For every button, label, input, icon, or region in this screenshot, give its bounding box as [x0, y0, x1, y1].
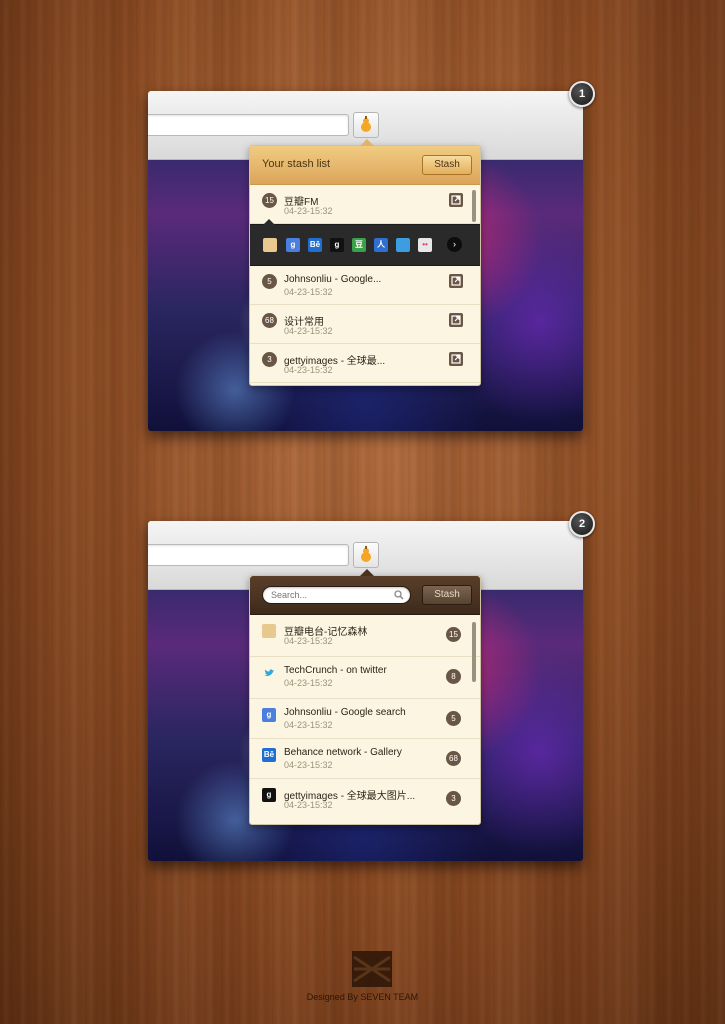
item-date: 04-23-15:32 — [284, 326, 333, 336]
item-title: Behance network - Gallery — [284, 747, 402, 758]
popup-header: Your stash list Stash — [250, 146, 480, 185]
count-badge: 68 — [262, 313, 277, 328]
search-icon — [394, 590, 404, 600]
open-link-icon[interactable] — [449, 274, 463, 288]
list-item[interactable]: g gettyimages - 全球最大图片... 04-23-15:32 3 — [250, 779, 480, 819]
twitter-icon — [262, 666, 276, 680]
google-icon: g — [262, 708, 276, 722]
scrollbar[interactable] — [472, 622, 476, 682]
count-badge: 15 — [446, 627, 461, 642]
count-badge: 15 — [262, 193, 277, 208]
count-badge: 68 — [446, 751, 461, 766]
item-title: Johnsonliu - Google search — [284, 707, 406, 718]
item-date: 04-23-15:32 — [284, 287, 333, 297]
open-link-icon[interactable] — [449, 313, 463, 327]
behance-icon[interactable]: Bē — [308, 238, 322, 252]
item-date: 04-23-15:32 — [284, 720, 333, 730]
qq-icon[interactable] — [396, 238, 410, 252]
list-item[interactable]: 豆瓣电台-记忆森林 04-23-15:32 15 — [250, 615, 480, 657]
address-bar[interactable] — [148, 544, 349, 566]
gettyimages-icon[interactable]: g — [330, 238, 344, 252]
item-date: 04-23-15:32 — [284, 678, 333, 688]
stash-list-popup: Your stash list Stash 15 豆瓣FM 04-23-15:3… — [249, 139, 481, 386]
step-badge-1: 1 — [569, 81, 595, 107]
search-field[interactable] — [262, 586, 411, 604]
gourd-icon — [361, 116, 371, 132]
open-link-icon[interactable] — [449, 352, 463, 366]
count-badge: 3 — [262, 352, 277, 367]
list-item[interactable]: TechCrunch - on twitter 04-23-15:32 8 — [250, 657, 480, 699]
next-arrow-icon[interactable]: › — [447, 237, 462, 252]
count-badge: 5 — [262, 274, 277, 289]
item-date: 04-23-15:32 — [284, 760, 333, 770]
list-item[interactable]: 5 Johnsonliu - Google... 04-23-15:32 — [250, 266, 480, 305]
address-bar[interactable] — [148, 114, 349, 136]
item-date: 04-23-15:32 — [284, 636, 333, 646]
seven-team-logo — [352, 951, 392, 987]
step-badge-2: 2 — [569, 511, 595, 537]
count-badge: 8 — [446, 669, 461, 684]
open-link-icon[interactable] — [449, 193, 463, 207]
footer-credit: Designed By SEVEN TEAM — [306, 992, 419, 1002]
gourd-icon — [361, 546, 371, 562]
list-item[interactable]: g Johnsonliu - Google search 04-23-15:32… — [250, 699, 480, 739]
flickr-icon[interactable]: •• — [418, 238, 432, 252]
item-title: Johnsonliu - Google... — [284, 274, 382, 285]
google-icon[interactable]: g — [286, 238, 300, 252]
item-date: 04-23-15:32 — [284, 800, 333, 810]
douban-fm-icon — [262, 624, 276, 638]
douban-fm-icon[interactable] — [263, 238, 277, 252]
quick-links-bar: g Bē g 豆 人 •• › — [250, 219, 480, 266]
stash-list: 15 豆瓣FM 04-23-15:32 g Bē g 豆 人 •• › 5 Jo… — [250, 185, 480, 385]
bar-pointer — [263, 219, 275, 225]
scrollbar[interactable] — [472, 190, 476, 222]
list-item[interactable]: Bē Behance network - Gallery 04-23-15:32… — [250, 739, 480, 779]
stash-extension-button[interactable] — [353, 112, 379, 138]
popup-caret — [360, 139, 374, 146]
item-date: 04-23-15:32 — [284, 206, 333, 216]
stash-list: 豆瓣电台-记忆森林 04-23-15:32 15 TechCrunch - on… — [250, 615, 480, 824]
stash-button[interactable]: Stash — [422, 585, 472, 605]
gettyimages-icon: g — [262, 788, 276, 802]
stash-extension-button[interactable] — [353, 542, 379, 568]
item-date: 04-23-15:32 — [284, 365, 333, 375]
stash-button[interactable]: Stash — [422, 155, 472, 175]
item-title: TechCrunch - on twitter — [284, 665, 387, 676]
count-badge: 5 — [446, 711, 461, 726]
stash-search-popup: Stash 豆瓣电台-记忆森林 04-23-15:32 15 TechCrunc… — [249, 569, 481, 825]
popup-title: Your stash list — [262, 158, 331, 170]
count-badge: 3 — [446, 791, 461, 806]
popup-caret — [360, 569, 374, 576]
behance-icon: Bē — [262, 748, 276, 762]
renren-icon[interactable]: 人 — [374, 238, 388, 252]
list-item[interactable]: 15 豆瓣FM 04-23-15:32 — [250, 185, 480, 224]
list-item[interactable]: 68 设计常用 04-23-15:32 — [250, 305, 480, 344]
popup-header: Stash — [250, 576, 480, 615]
search-input[interactable] — [271, 588, 389, 602]
douban-icon[interactable]: 豆 — [352, 238, 366, 252]
list-item[interactable]: 3 gettyimages - 全球最... 04-23-15:32 — [250, 344, 480, 383]
